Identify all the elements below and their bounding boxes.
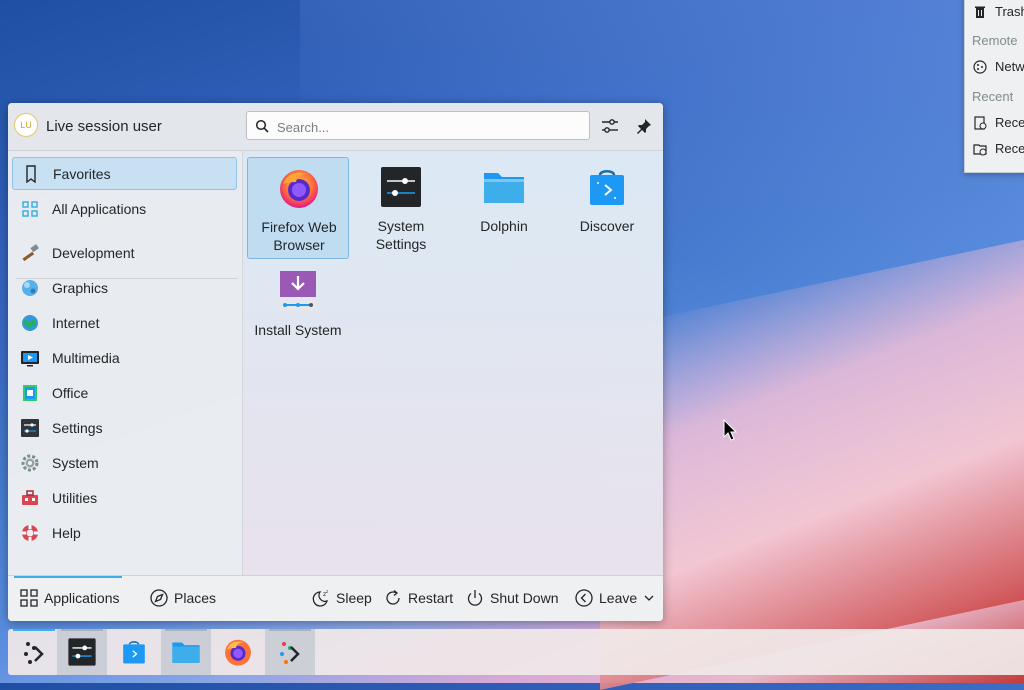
office-icon — [20, 383, 40, 403]
firefox-icon — [280, 170, 318, 208]
dolphin-folder-icon — [484, 173, 524, 203]
leave-button[interactable]: Leave — [575, 589, 655, 607]
avatar[interactable]: LU — [14, 113, 38, 137]
leave-icon — [575, 589, 593, 607]
kde-launcher-icon — [24, 642, 44, 664]
settings-icon — [20, 418, 40, 438]
tab-applications[interactable]: Applications — [20, 589, 120, 607]
launcher-footer: Applications Places zz Sleep Restart Shu… — [8, 575, 663, 621]
task-discover[interactable] — [109, 629, 159, 675]
restart-icon — [386, 590, 400, 605]
category-development[interactable]: Development — [12, 236, 237, 269]
search-icon — [255, 119, 269, 133]
places-section-remote: Remote — [972, 33, 1018, 48]
task-open-indicator — [165, 629, 207, 631]
search-box[interactable] — [246, 111, 590, 140]
shut-down-button[interactable]: Shut Down — [466, 589, 558, 607]
graphics-icon — [20, 278, 40, 298]
install-system-icon — [280, 271, 316, 311]
search-input[interactable] — [275, 116, 579, 138]
globe-icon — [20, 313, 40, 333]
task-firefox[interactable] — [213, 629, 263, 675]
category-favorites[interactable]: Favorites — [12, 157, 237, 190]
places-popup: Trash Remote Network Recent Recent Files… — [964, 0, 1024, 173]
power-icon — [467, 590, 483, 606]
configure-icon — [602, 119, 618, 133]
category-internet[interactable]: Internet — [12, 306, 237, 339]
discover-bag-icon — [590, 170, 624, 205]
category-multimedia[interactable]: Multimedia — [12, 341, 237, 374]
restart-button[interactable]: Restart — [384, 589, 453, 607]
task-open-indicator — [61, 629, 103, 631]
category-office[interactable]: Office — [12, 376, 237, 409]
network-icon — [973, 59, 987, 74]
places-item-recent-locations[interactable]: Recent Locations — [973, 141, 1024, 156]
category-utilities[interactable]: Utilities — [12, 481, 237, 514]
system-settings-task-icon — [68, 638, 96, 666]
app-tile-discover[interactable]: Discover — [556, 157, 658, 259]
places-item-network[interactable]: Network — [973, 59, 1024, 74]
recent-locations-icon — [973, 143, 987, 155]
configure-button[interactable] — [599, 115, 621, 137]
pin-icon — [637, 119, 651, 134]
app-tile-firefox[interactable]: Firefox Web Browser — [247, 157, 349, 259]
multimedia-icon — [20, 348, 40, 368]
dolphin-task-icon — [172, 642, 200, 663]
applications-grid-icon — [20, 589, 38, 607]
kde-task-icon — [280, 642, 300, 664]
launcher-button[interactable] — [9, 629, 59, 675]
category-graphics[interactable]: Graphics — [12, 271, 237, 304]
task-kde-app[interactable] — [265, 629, 315, 675]
category-system[interactable]: System — [12, 446, 237, 479]
app-tile-install-system[interactable]: Install System — [247, 261, 349, 363]
grid-icon — [20, 199, 40, 219]
category-help[interactable]: Help — [12, 516, 237, 549]
category-sidebar: Favorites All Applications Development G… — [8, 151, 243, 575]
pin-button[interactable] — [633, 115, 655, 137]
username: Live session user — [46, 118, 162, 135]
application-launcher: LU Live session user Favorites All Appli… — [8, 103, 663, 621]
mouse-cursor-icon — [723, 419, 737, 441]
category-all-applications[interactable]: All Applications — [12, 192, 237, 225]
launcher-header: LU Live session user — [8, 103, 663, 151]
app-tile-dolphin[interactable]: Dolphin — [453, 157, 555, 259]
chevron-down-icon — [644, 595, 654, 601]
places-item-recent-files[interactable]: Recent Files — [973, 115, 1024, 130]
active-tab-indicator — [14, 576, 122, 578]
gear-icon — [20, 453, 40, 473]
task-system-settings[interactable] — [57, 629, 107, 675]
category-settings[interactable]: Settings — [12, 411, 237, 444]
sleep-icon: zz — [312, 589, 328, 607]
places-section-recent: Recent — [972, 89, 1014, 104]
hammer-icon — [20, 243, 40, 263]
taskbar-panel — [8, 629, 1024, 675]
task-open-indicator — [269, 629, 311, 631]
recent-files-icon — [974, 115, 987, 130]
places-item-trash[interactable]: Trash — [973, 4, 1024, 19]
discover-task-icon — [123, 641, 145, 664]
firefox-task-icon — [225, 639, 251, 666]
sleep-button[interactable]: zz Sleep — [312, 589, 372, 607]
svg-text:z: z — [326, 589, 328, 594]
trash-icon — [975, 6, 985, 18]
system-settings-icon — [381, 167, 421, 207]
bookmark-icon — [21, 164, 41, 184]
compass-icon — [150, 589, 168, 607]
task-active-indicator — [13, 629, 55, 631]
favorites-grid: Firefox Web Browser System Settings Dolphi… — [243, 151, 663, 575]
toolbox-icon — [20, 488, 40, 508]
app-tile-system-settings[interactable]: System Settings — [350, 157, 452, 259]
lifebuoy-icon — [20, 523, 40, 543]
tab-places[interactable]: Places — [150, 589, 216, 607]
task-dolphin[interactable] — [161, 629, 211, 675]
